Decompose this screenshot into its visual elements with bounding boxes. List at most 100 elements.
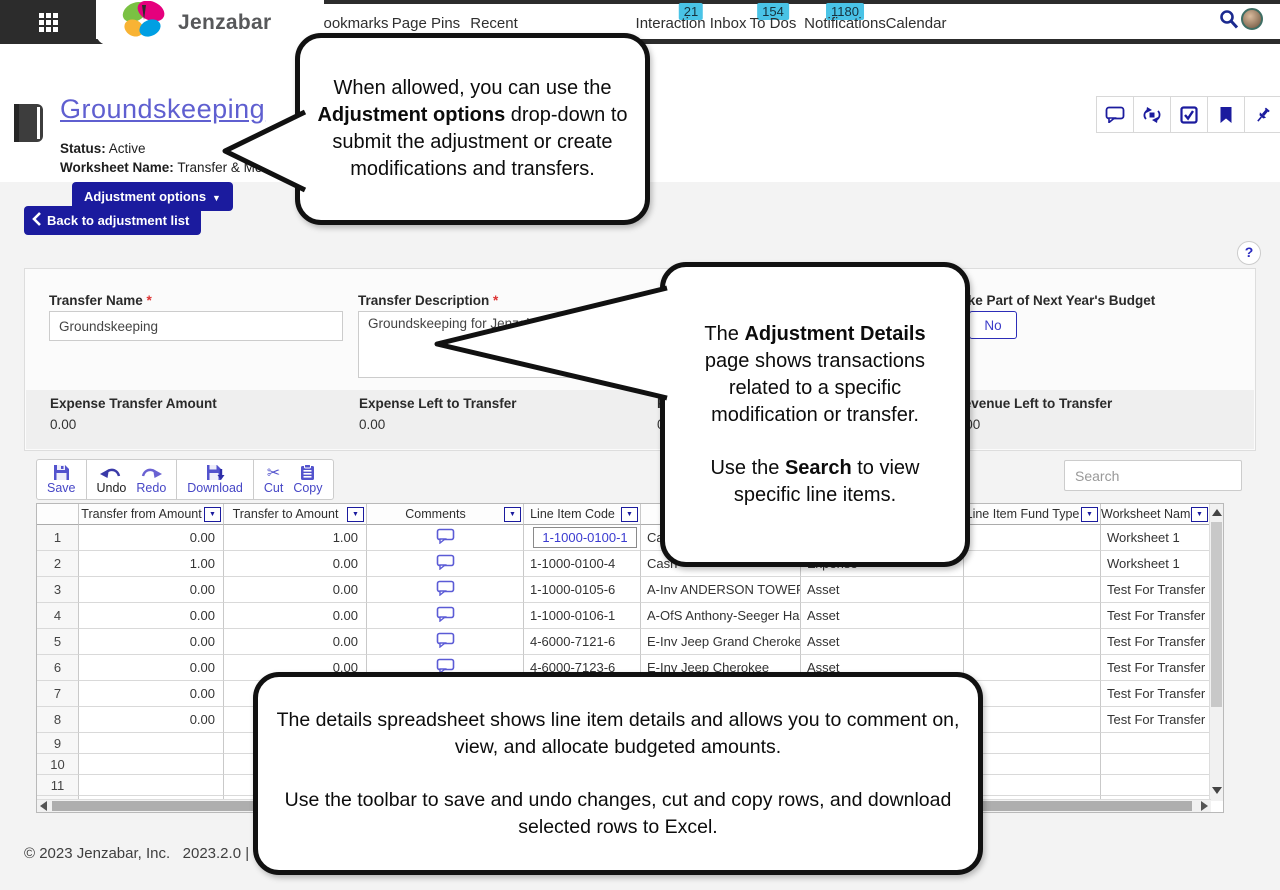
grid-cell[interactable]: 0.00 (224, 603, 367, 629)
undo-button[interactable]: Undo (92, 462, 132, 497)
grid-cell[interactable]: 1-1000-0100-4 (524, 551, 641, 577)
grid-cell[interactable]: 0.00 (79, 629, 224, 655)
back-to-adjustment-list-button[interactable]: Back to adjustment list (24, 206, 201, 235)
grid-cell[interactable]: 9 (37, 733, 79, 754)
grid-cell[interactable]: Worksheet 1 (1101, 525, 1211, 551)
redo-button[interactable]: Redo (131, 462, 171, 497)
grid-cell[interactable] (1101, 754, 1211, 775)
grid-cell[interactable]: 4-6000-7121-6 (524, 629, 641, 655)
grid-cell[interactable]: 7 (37, 681, 79, 707)
grid-cell[interactable] (367, 551, 524, 577)
comment-icon[interactable] (1096, 96, 1134, 133)
scroll-left-icon[interactable] (40, 801, 47, 811)
grid-cell[interactable]: 0.00 (224, 551, 367, 577)
grid-cell[interactable] (367, 577, 524, 603)
column-header-transfer-to-amount[interactable]: Transfer to Amount▼ (224, 504, 367, 525)
grid-cell[interactable] (964, 733, 1101, 754)
grid-cell[interactable]: 4 (37, 603, 79, 629)
grid-cell[interactable] (964, 707, 1101, 733)
bookmark-icon[interactable] (1207, 96, 1245, 133)
grid-cell[interactable] (79, 754, 224, 775)
grid-cell[interactable] (964, 681, 1101, 707)
grid-cell[interactable]: Asset (801, 629, 964, 655)
grid-cell[interactable]: 2 (37, 551, 79, 577)
active-edit-cell[interactable]: 1-1000-0100-1 (533, 527, 637, 548)
workflow-icon[interactable] (1133, 96, 1171, 133)
copy-button[interactable]: Copy (288, 462, 327, 497)
next-year-budget-toggle[interactable]: No (969, 311, 1017, 339)
table-row[interactable]: 40.000.001-1000-0106-1A-OfS Anthony-Seeg… (37, 603, 1211, 629)
grid-cell[interactable]: 0.00 (79, 603, 224, 629)
app-launcher-icon[interactable] (0, 0, 96, 44)
comment-bubble-icon[interactable] (436, 580, 455, 599)
grid-cell[interactable]: Test For Transfer & Mod (1101, 655, 1211, 681)
grid-cell[interactable]: 8 (37, 707, 79, 733)
grid-cell[interactable] (964, 629, 1101, 655)
grid-cell[interactable]: Test For Transfer & Mod (1101, 629, 1211, 655)
grid-cell[interactable]: Worksheet 1 (1101, 551, 1211, 577)
grid-cell[interactable] (964, 577, 1101, 603)
grid-cell[interactable]: Test For Transfer & Mod (1101, 603, 1211, 629)
grid-cell[interactable]: Asset (801, 603, 964, 629)
vertical-scroll-thumb[interactable] (1211, 522, 1222, 707)
grid-cell[interactable]: Test For Transfer & Mod (1101, 707, 1211, 733)
nav-item-recent[interactable]: Recent (470, 15, 518, 32)
grid-cell[interactable] (964, 754, 1101, 775)
filter-icon[interactable]: ▼ (204, 507, 221, 522)
grid-cell[interactable] (1101, 733, 1211, 754)
search-icon[interactable] (1218, 8, 1240, 37)
grid-cell[interactable]: 1 (37, 525, 79, 551)
grid-cell[interactable]: 0.00 (79, 681, 224, 707)
help-button[interactable]: ? (1237, 241, 1261, 265)
column-header-comments[interactable]: Comments▼ (367, 504, 524, 525)
nav-item-to-dos[interactable]: To Dos (750, 15, 797, 32)
grid-cell[interactable] (367, 525, 524, 551)
grid-cell[interactable] (367, 629, 524, 655)
search-input[interactable] (1064, 460, 1242, 491)
grid-cell[interactable]: 1-1000-0100-1 (524, 525, 641, 551)
filter-icon[interactable]: ▼ (347, 507, 364, 522)
transfer-name-input[interactable] (49, 311, 343, 341)
grid-cell[interactable]: 11 (37, 775, 79, 796)
pin-icon[interactable] (1244, 96, 1280, 133)
cut-button[interactable]: ✂Cut (259, 462, 288, 497)
grid-cell[interactable]: 6 (37, 655, 79, 681)
grid-cell[interactable]: 0.00 (79, 655, 224, 681)
scroll-down-icon[interactable] (1212, 787, 1222, 794)
grid-cell[interactable]: 3 (37, 577, 79, 603)
column-header-transfer-from-amount[interactable]: Transfer from Amount▼ (79, 504, 224, 525)
grid-cell[interactable]: A-Inv ANDERSON TOWERS (641, 577, 801, 603)
grid-cell[interactable]: Test For Transfer & Mod (1101, 681, 1211, 707)
nav-item-interaction-inbox[interactable]: Interaction Inbox (636, 15, 747, 32)
comment-bubble-icon[interactable] (436, 554, 455, 573)
column-header-line-item-code[interactable]: Line Item Code▼ (524, 504, 641, 525)
save-button[interactable]: Save (42, 462, 81, 497)
grid-cell[interactable] (964, 655, 1101, 681)
grid-cell[interactable] (964, 603, 1101, 629)
grid-cell[interactable]: Test For Transfer & Mod (1101, 577, 1211, 603)
vertical-scrollbar[interactable] (1209, 504, 1223, 801)
grid-cell[interactable]: 0.00 (224, 577, 367, 603)
grid-cell[interactable] (964, 775, 1101, 796)
jenzabar-logo[interactable]: Jenzabar (96, 0, 324, 45)
grid-cell[interactable] (367, 603, 524, 629)
nav-item-calendar[interactable]: Calendar (886, 15, 947, 32)
grid-cell[interactable]: Asset (801, 577, 964, 603)
nav-item-bookmarks[interactable]: Bookmarks (313, 15, 388, 32)
table-row[interactable]: 10.001.001-1000-0100-1CashExpenseWorkshe… (37, 525, 1211, 551)
table-row[interactable]: 21.000.001-1000-0100-4CashExpenseWorkshe… (37, 551, 1211, 577)
filter-icon[interactable]: ▼ (1081, 507, 1098, 522)
grid-cell[interactable]: 10 (37, 754, 79, 775)
task-check-icon[interactable] (1170, 96, 1208, 133)
grid-cell[interactable]: E-Inv Jeep Grand Cherokee (641, 629, 801, 655)
column-header-line-item-fund-type[interactable]: Line Item Fund Type▼ (964, 504, 1101, 525)
grid-cell[interactable]: 0.00 (224, 629, 367, 655)
grid-cell[interactable]: 1.00 (224, 525, 367, 551)
grid-cell[interactable]: 0.00 (79, 707, 224, 733)
download-button[interactable]: Download (182, 462, 248, 497)
grid-cell[interactable]: 5 (37, 629, 79, 655)
scroll-right-icon[interactable] (1201, 801, 1208, 811)
grid-cell[interactable]: 1.00 (79, 551, 224, 577)
table-row[interactable]: 50.000.004-6000-7121-6E-Inv Jeep Grand C… (37, 629, 1211, 655)
nav-item-notifications[interactable]: Notifications (804, 15, 886, 32)
